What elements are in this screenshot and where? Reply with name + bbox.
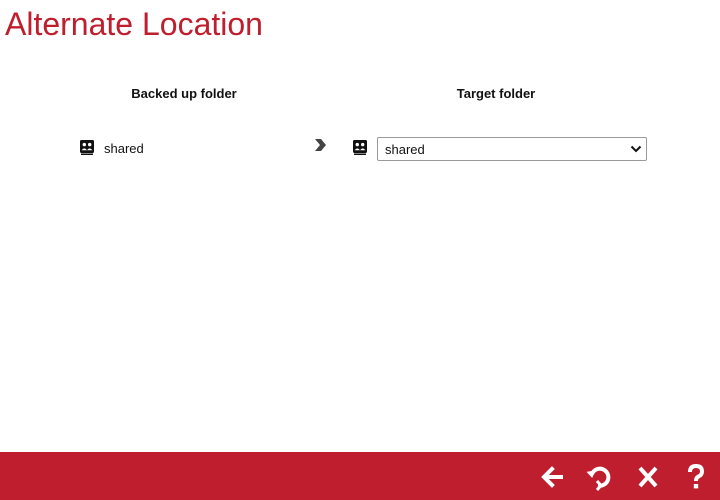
- chevron-down-icon: [630, 145, 642, 153]
- shared-folder-icon: [353, 140, 367, 155]
- footer-toolbar: [0, 452, 720, 500]
- restore-icon[interactable]: [585, 462, 615, 492]
- chevron-right-icon: [315, 139, 326, 151]
- help-icon[interactable]: [681, 462, 711, 492]
- close-icon[interactable]: [633, 462, 663, 492]
- target-folder-selected-value: shared: [385, 142, 425, 157]
- source-folder-name: shared: [104, 141, 144, 156]
- page-title: Alternate Location: [5, 6, 263, 42]
- target-folder-select[interactable]: shared: [377, 137, 647, 161]
- arrow-left-icon[interactable]: [537, 462, 567, 492]
- backed-up-folder-header: Backed up folder: [131, 86, 237, 101]
- shared-folder-icon: [80, 140, 94, 155]
- target-folder-header: Target folder: [456, 86, 536, 101]
